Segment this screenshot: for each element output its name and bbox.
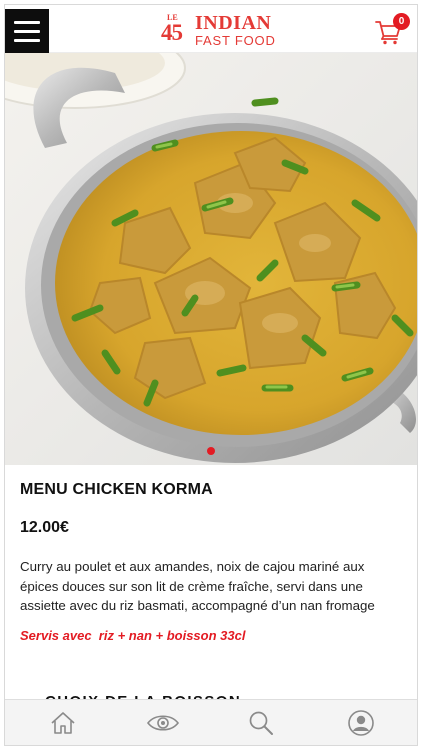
nav-account-button[interactable] bbox=[346, 709, 376, 737]
logo-tagline: FAST FOOD bbox=[195, 33, 276, 48]
cart-count-badge: 0 bbox=[393, 13, 410, 30]
product-image[interactable] bbox=[5, 53, 417, 465]
menu-line-icon bbox=[14, 29, 40, 33]
brand-logo[interactable]: LE 45 INDIAN FAST FOOD bbox=[161, 13, 276, 47]
cart-button[interactable]: 0 bbox=[375, 13, 410, 45]
app-frame: LE 45 INDIAN FAST FOOD 0 MENU CHICKEN KO… bbox=[4, 4, 418, 746]
nav-search-button[interactable] bbox=[246, 709, 276, 737]
product-description: Curry au poulet et aux amandes, noix de … bbox=[20, 559, 375, 613]
header: LE 45 INDIAN FAST FOOD 0 bbox=[5, 5, 417, 53]
nav-home-button[interactable] bbox=[48, 709, 78, 737]
hamburger-menu-button[interactable] bbox=[5, 9, 49, 53]
nav-view-button[interactable] bbox=[146, 709, 180, 737]
bottom-navigation bbox=[5, 699, 417, 745]
served-with-note: Servis avec riz + nan + boisson 33cl bbox=[20, 628, 246, 643]
menu-line-icon bbox=[14, 38, 40, 42]
search-icon bbox=[249, 711, 273, 735]
logo-brand: INDIAN bbox=[195, 12, 272, 34]
chicken-korma-photo-icon bbox=[5, 53, 417, 465]
logo-number: 45 bbox=[161, 20, 183, 45]
product-price: 12.00€ bbox=[20, 519, 69, 536]
menu-line-icon bbox=[14, 20, 40, 24]
logo-words: INDIAN FAST FOOD bbox=[195, 13, 276, 47]
user-icon bbox=[348, 710, 374, 736]
logo-mark: LE 45 bbox=[161, 13, 191, 47]
product-title: MENU CHICKEN KORMA bbox=[20, 481, 213, 498]
eye-icon bbox=[146, 715, 180, 731]
carousel-dot-active[interactable] bbox=[207, 447, 215, 455]
home-icon bbox=[51, 712, 75, 734]
